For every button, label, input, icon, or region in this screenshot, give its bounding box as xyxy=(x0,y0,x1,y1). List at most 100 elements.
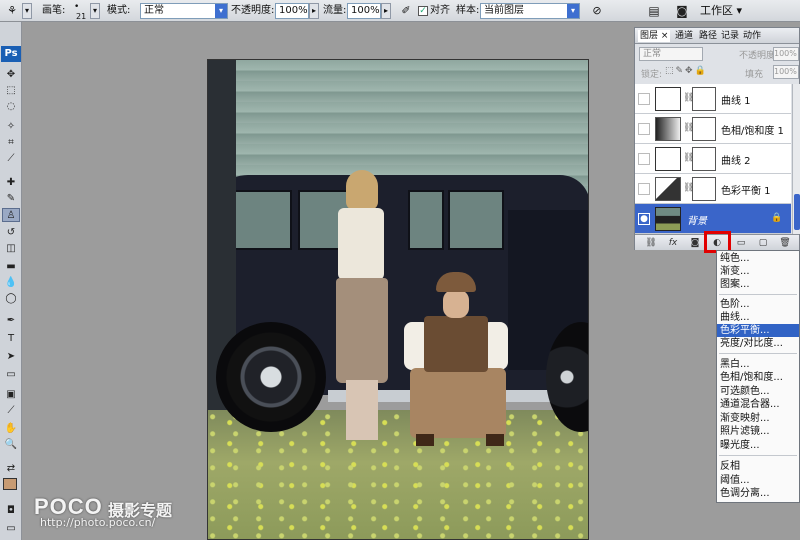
clone-stamp-tool-icon[interactable]: ♙ xyxy=(2,208,20,222)
tool-preset-dropdown[interactable]: ▾ xyxy=(22,3,32,19)
notes-tool-icon[interactable]: ▣ xyxy=(2,388,20,402)
quick-mask-icon[interactable]: ◘ xyxy=(2,504,20,518)
document-icon[interactable]: ▤ xyxy=(644,2,664,20)
scrollbar-thumb[interactable] xyxy=(794,194,800,230)
move-tool-icon[interactable]: ✥ xyxy=(2,68,20,82)
crop-tool-icon[interactable]: ⌗ xyxy=(2,136,20,150)
airbrush-icon[interactable]: ✐ xyxy=(397,3,415,19)
camera-icon[interactable]: ◙ xyxy=(672,2,692,20)
swap-colors-icon[interactable]: ⇄ xyxy=(2,462,20,476)
menu-item-pattern[interactable]: 图案... xyxy=(717,278,799,291)
hue-saturation-thumbnail-icon xyxy=(655,117,681,141)
layer-mask[interactable] xyxy=(692,117,716,141)
layer-mask[interactable] xyxy=(692,147,716,171)
hand-tool-icon[interactable]: ✋ xyxy=(2,422,20,436)
workspace-menu[interactable]: 工作区 ▾ xyxy=(700,3,742,19)
chevron-down-icon: ▾ xyxy=(567,4,579,18)
eye-icon[interactable]: ● xyxy=(638,213,650,225)
menu-item-brightness-contrast[interactable]: 亮度/对比度... xyxy=(717,337,799,350)
eyedropper-2-tool-icon[interactable]: ⟋ xyxy=(2,404,20,418)
visibility-toggle[interactable] xyxy=(638,153,650,165)
path-selection-tool-icon[interactable]: ➤ xyxy=(2,350,20,364)
menu-item-hue-saturation[interactable]: 色相/饱和度... xyxy=(717,371,799,384)
lasso-tool-icon[interactable]: ◌ xyxy=(2,100,20,114)
zoom-tool-icon[interactable]: 🔍 xyxy=(2,438,20,452)
lock-icons[interactable]: ⬚✎✥🔒 xyxy=(665,66,708,76)
adjustment-layer-menu: 纯色... 渐变... 图案... 色阶... 曲线... 色彩平衡... 亮度… xyxy=(716,250,800,503)
eyedropper-tool-icon[interactable]: ⟋ xyxy=(2,152,20,166)
menu-item-curves[interactable]: 曲线... xyxy=(717,311,799,324)
tab-channels[interactable]: 通道 xyxy=(675,30,693,42)
dodge-tool-icon[interactable]: ◯ xyxy=(2,292,20,306)
menu-item-solid-color[interactable]: 纯色... xyxy=(717,252,799,265)
foreground-color-swatch[interactable] xyxy=(3,478,17,490)
menu-item-black-white[interactable]: 黑白... xyxy=(717,358,799,371)
gradient-tool-icon[interactable]: ▬ xyxy=(2,260,20,274)
layer-row[interactable]: ⛓ 曲线 2 xyxy=(635,144,791,174)
layer-row[interactable]: ⛓ 曲线 1 xyxy=(635,84,791,114)
tab-history[interactable]: 记录 xyxy=(721,30,739,42)
quick-select-tool-icon[interactable]: ✧ xyxy=(2,120,20,134)
folder-icon[interactable]: ▭ xyxy=(733,236,749,250)
car-window xyxy=(448,190,504,250)
trash-icon[interactable]: 🗑 xyxy=(777,236,793,250)
screen-mode-icon[interactable]: ▭ xyxy=(2,522,20,536)
blend-mode-select[interactable]: 正常 xyxy=(639,47,703,61)
brush-dropdown[interactable]: ▾ xyxy=(90,3,100,19)
menu-item-posterize[interactable]: 色调分离... xyxy=(717,487,799,500)
marquee-tool-icon[interactable]: ⬚ xyxy=(2,84,20,98)
flow-dropdown[interactable]: ▸ xyxy=(381,3,391,19)
menu-item-photo-filter[interactable]: 照片滤镜... xyxy=(717,425,799,438)
aligned-checkbox[interactable]: ✓ xyxy=(418,6,428,16)
layers-scrollbar[interactable] xyxy=(792,84,800,234)
fill-input[interactable]: 100% xyxy=(773,65,799,79)
ignore-adjustment-icon[interactable]: ⊘ xyxy=(588,3,606,19)
pen-tool-icon[interactable]: ✒ xyxy=(2,314,20,328)
opacity-dropdown[interactable]: ▸ xyxy=(309,3,319,19)
eraser-tool-icon[interactable]: ◫ xyxy=(2,242,20,256)
woman-figure xyxy=(326,170,396,440)
menu-item-channel-mixer[interactable]: 通道混合器... xyxy=(717,398,799,411)
document-canvas[interactable] xyxy=(207,59,589,540)
mode-select[interactable]: 正常 ▾ xyxy=(140,3,228,19)
layer-row[interactable]: ⛓ 色相/饱和度 1 xyxy=(635,114,791,144)
menu-item-threshold[interactable]: 阈值... xyxy=(717,474,799,487)
layer-opacity-input[interactable]: 100% xyxy=(773,47,799,61)
menu-item-levels[interactable]: 色阶... xyxy=(717,298,799,311)
opacity-input[interactable]: 100% xyxy=(275,3,309,19)
fx-icon[interactable]: fx xyxy=(665,236,681,250)
layer-row-selected[interactable]: ● 背景 🔒 xyxy=(635,204,791,234)
link-icon[interactable]: ⛓ xyxy=(643,236,659,250)
blur-tool-icon[interactable]: 💧 xyxy=(2,276,20,290)
layer-mask[interactable] xyxy=(692,87,716,111)
layer-mask[interactable] xyxy=(692,177,716,201)
layer-list: ⛓ 曲线 1 ⛓ 色相/饱和度 1 ⛓ 曲线 2 ⛓ 色彩平衡 1 ● 背景 🔒 xyxy=(635,84,791,234)
flow-input[interactable]: 100% xyxy=(347,3,381,19)
menu-item-invert[interactable]: 反相 xyxy=(717,460,799,473)
mask-icon[interactable]: ◙ xyxy=(687,236,703,250)
menu-item-color-balance[interactable]: 色彩平衡... xyxy=(717,324,799,337)
shape-tool-icon[interactable]: ▭ xyxy=(2,368,20,382)
lock-label: 锁定: xyxy=(641,70,663,80)
sample-value: 当前图层 xyxy=(484,5,524,16)
menu-item-selective-color[interactable]: 可选颜色... xyxy=(717,385,799,398)
visibility-toggle[interactable] xyxy=(638,93,650,105)
menu-item-gradient[interactable]: 渐变... xyxy=(717,265,799,278)
tab-layers[interactable]: 图层 × xyxy=(638,30,671,42)
tab-paths[interactable]: 路径 xyxy=(699,30,717,42)
brush-tool-icon[interactable]: ✎ xyxy=(2,192,20,206)
history-brush-tool-icon[interactable]: ↺ xyxy=(2,226,20,240)
menu-item-exposure[interactable]: 曝光度... xyxy=(717,439,799,452)
healing-brush-tool-icon[interactable]: ✚ xyxy=(2,176,20,190)
layer-row[interactable]: ⛓ 色彩平衡 1 xyxy=(635,174,791,204)
new-layer-icon[interactable]: ▢ xyxy=(755,236,771,250)
tab-actions[interactable]: 动作 xyxy=(743,30,761,42)
visibility-toggle[interactable] xyxy=(638,183,650,195)
sample-select[interactable]: 当前图层 ▾ xyxy=(480,3,580,19)
options-bar: ⚘ ▾ 画笔: • 21 ▾ 模式: 正常 ▾ 不透明度: 100% ▸ 流量:… xyxy=(0,0,800,22)
visibility-toggle[interactable] xyxy=(638,123,650,135)
clone-stamp-tool-icon[interactable]: ⚘ xyxy=(3,3,21,19)
menu-item-gradient-map[interactable]: 渐变映射... xyxy=(717,412,799,425)
layer-name: 色彩平衡 1 xyxy=(721,186,771,197)
type-tool-icon[interactable]: T xyxy=(2,332,20,346)
